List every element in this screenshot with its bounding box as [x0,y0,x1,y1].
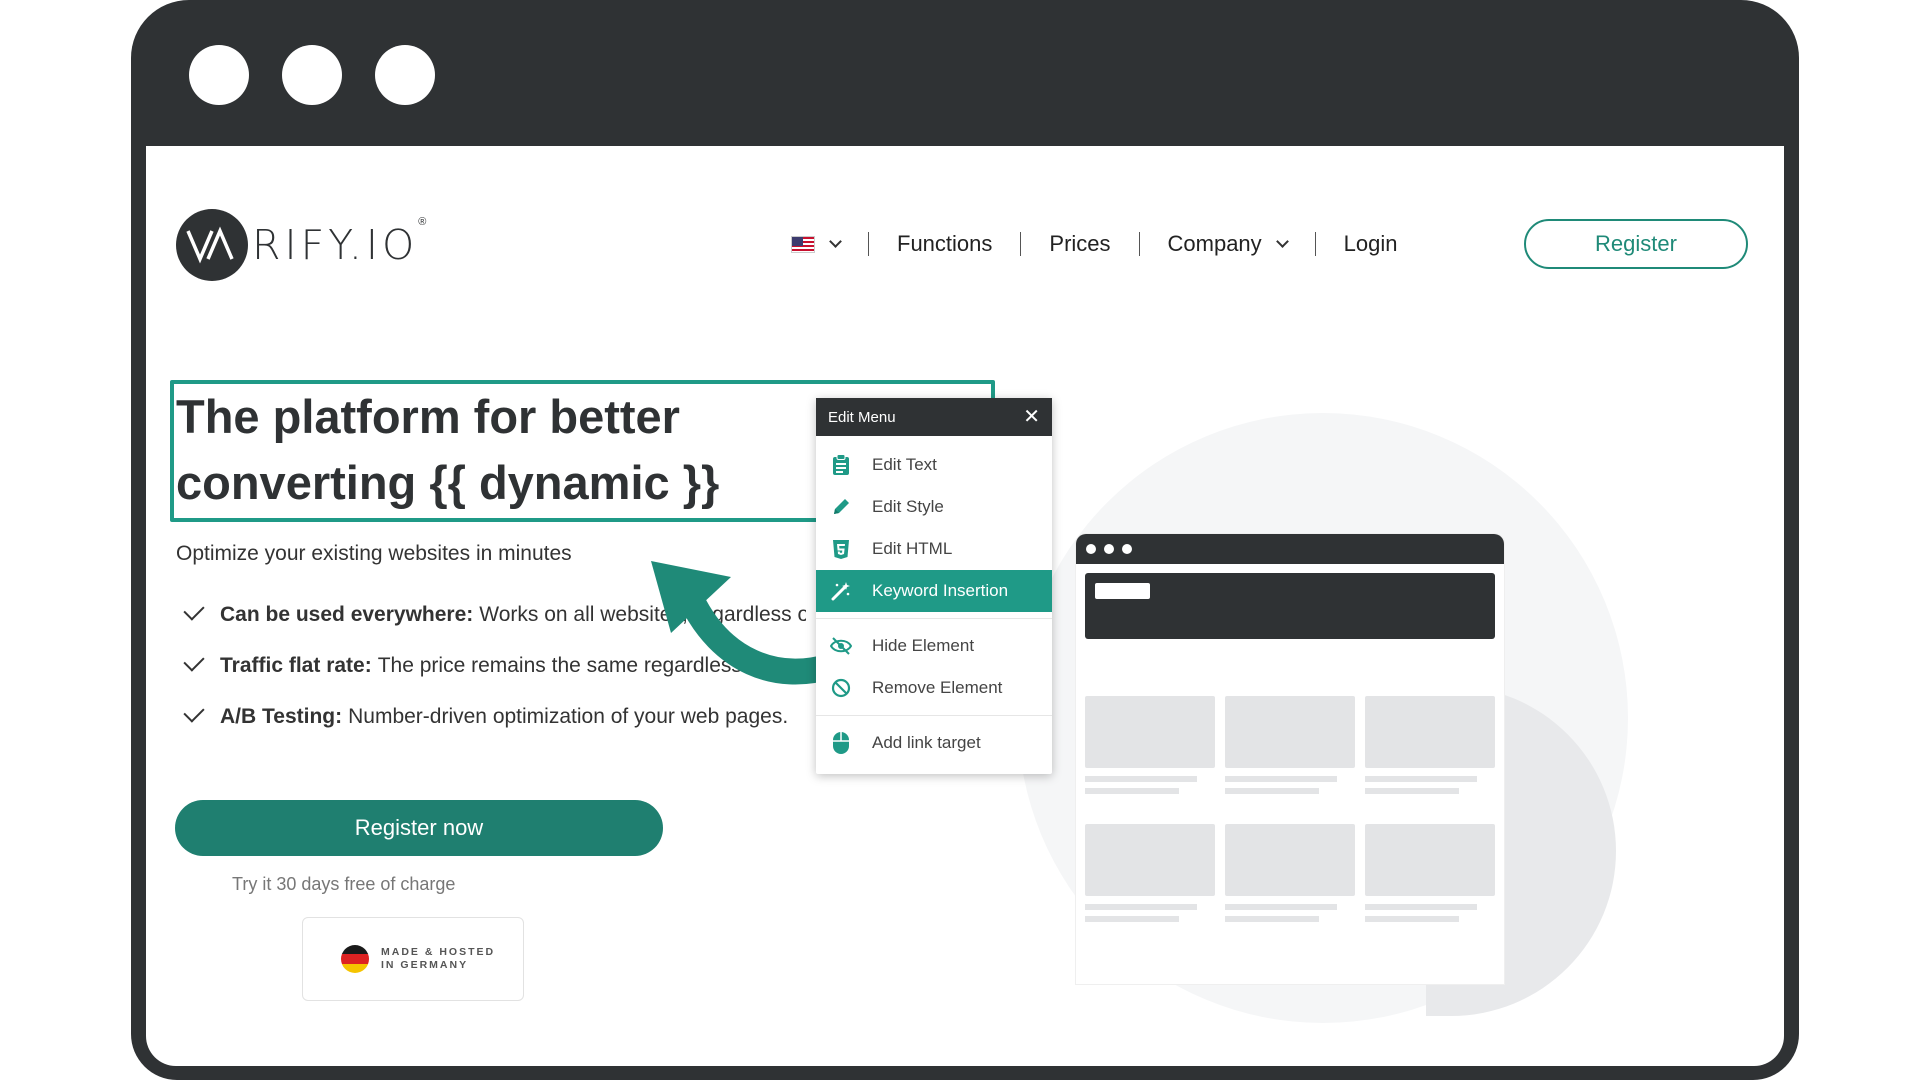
edit-menu-popup: Edit Menu ✕ Edit Text Edit Style Edit HT… [816,398,1052,774]
menu-item-edit-text[interactable]: Edit Text [816,444,1052,486]
nav-divider [1138,232,1140,256]
menu-item-label: Add link target [872,733,981,752]
register-now-button[interactable]: Register now [175,800,663,856]
menu-divider [816,715,1052,716]
menu-item-label: Remove Element [872,678,1003,697]
hero-title-line: converting {{ dynamic }} [176,456,720,509]
mockup-titlebar [1076,534,1504,564]
clipboard-list-icon [830,453,852,477]
menu-item-hide-element[interactable]: Hide Element [816,625,1052,667]
feature-title: Can be used everywhere: [220,603,474,626]
logo-text: RIFY.IO [252,221,419,269]
close-icon[interactable]: ✕ [1023,407,1040,427]
ban-icon [830,676,852,700]
made-in-germany-badge: MADE & HOSTED IN GERMANY [302,917,524,1001]
register-button[interactable]: Register [1524,219,1748,269]
trial-note: Try it 30 days free of charge [232,874,456,894]
hero-subtitle: Optimize your existing websites in minut… [176,542,572,565]
feature-text: Number-driven optimization of your web p… [348,705,789,728]
checkmark-icon [183,603,205,621]
menu-item-edit-html[interactable]: Edit HTML [816,528,1052,570]
varify-logo[interactable]: RIFY.IO ® [176,208,426,282]
us-flag-icon[interactable] [791,235,815,253]
logo-mark-icon [176,209,248,281]
edit-menu-title: Edit Menu [828,408,896,426]
menu-item-remove-element[interactable]: Remove Element [816,667,1052,709]
logo-registered-mark: ® [418,216,427,228]
edit-menu-header: Edit Menu ✕ [816,398,1052,436]
germany-flag-icon [341,945,369,973]
nav-divider [1314,232,1316,256]
checkmark-icon [183,701,205,723]
magic-wand-icon [830,579,852,603]
main-nav: Functions Prices Company Login [791,224,1398,264]
checkmark-icon [183,650,205,672]
menu-item-keyword-insertion[interactable]: Keyword Insertion [816,570,1052,612]
nav-link-company[interactable]: Company [1168,231,1262,257]
menu-item-label: Edit Style [872,497,944,516]
feature-item: A/B Testing: Number-driven optimization … [176,701,806,756]
html5-icon [830,537,852,561]
menu-item-label: Hide Element [872,636,975,655]
menu-item-label: Keyword Insertion [872,581,1009,600]
nav-divider [868,232,869,256]
nav-link-login[interactable]: Login [1344,231,1398,257]
badge-text: MADE & HOSTED [381,946,496,958]
chevron-down-icon[interactable] [1275,235,1289,248]
browser-frame: RIFY.IO ® Functions Prices Company Login… [131,0,1799,1080]
mockup-cards [1085,696,1495,922]
hero-title[interactable]: The platform for better converting {{ dy… [176,384,719,516]
nav-link-prices[interactable]: Prices [1049,231,1110,257]
feature-title: Traffic flat rate: [220,654,372,677]
hero-title-line: The platform for better [176,390,680,443]
mockup-hero [1085,573,1495,639]
feature-title: A/B Testing: [220,705,343,728]
menu-divider [816,618,1052,619]
pencil-icon [830,495,852,519]
window-dot [189,45,249,105]
browser-viewport: RIFY.IO ® Functions Prices Company Login… [146,146,1784,1066]
eye-slash-icon [830,634,852,658]
menu-item-add-link-target[interactable]: Add link target [816,722,1052,764]
window-dot [282,45,342,105]
nav-divider [1020,232,1022,256]
window-dot [375,45,435,105]
chevron-down-icon[interactable] [829,235,842,248]
website-mockup-illustration [1076,534,1504,984]
menu-item-edit-style[interactable]: Edit Style [816,486,1052,528]
mouse-icon [830,731,852,755]
nav-link-functions[interactable]: Functions [897,231,992,257]
badge-text: IN GERMANY [381,959,469,971]
menu-item-label: Edit Text [872,455,937,474]
menu-item-label: Edit HTML [872,539,953,558]
